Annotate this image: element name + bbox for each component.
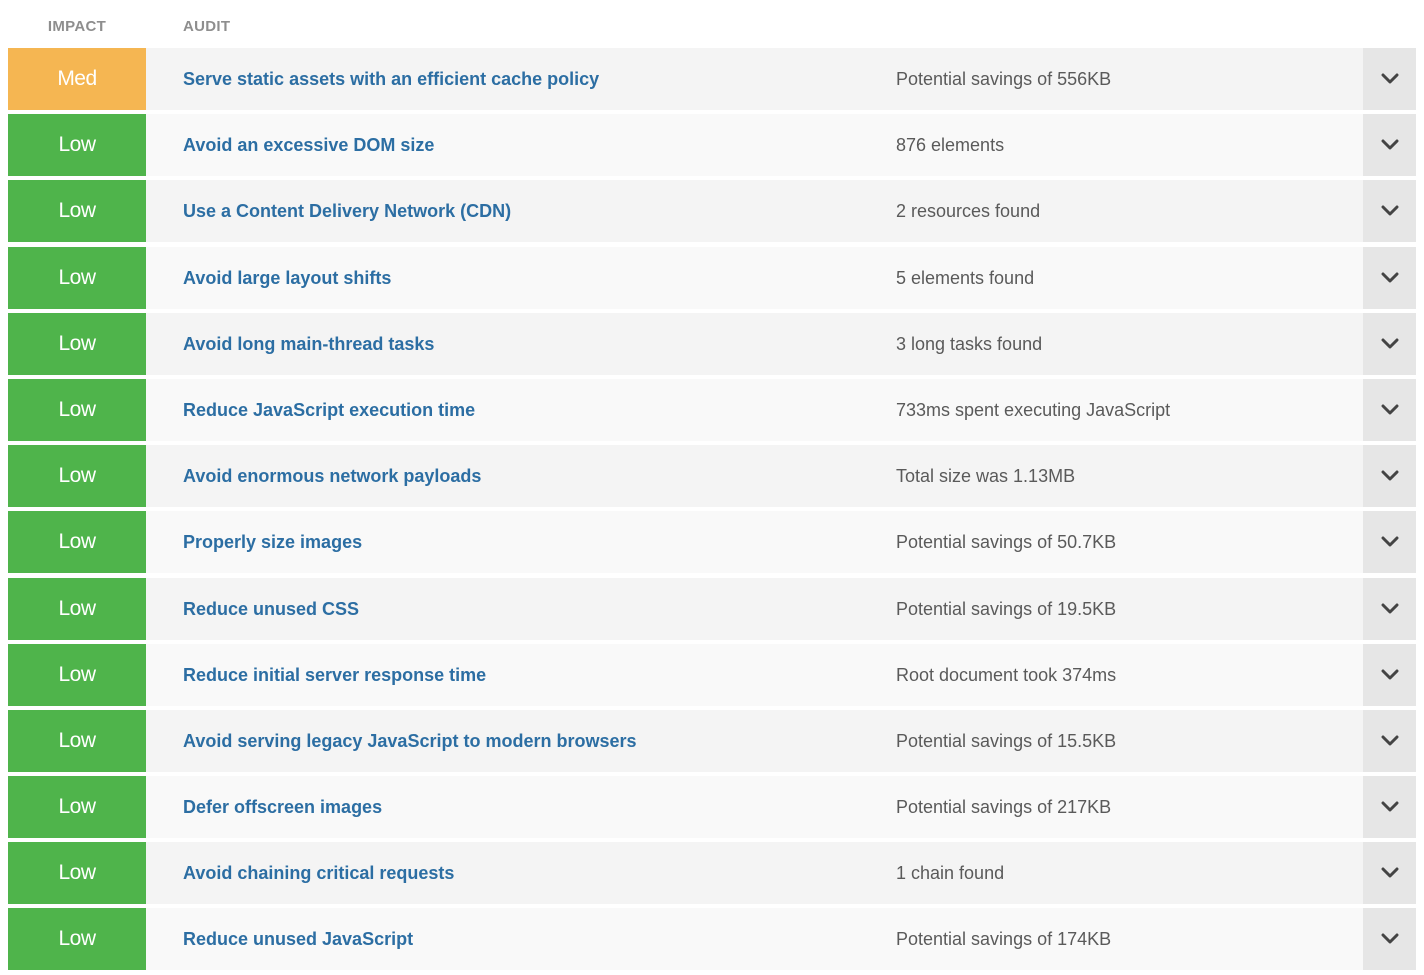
expand-button[interactable]	[1363, 48, 1416, 110]
audit-title-link[interactable]: Defer offscreen images	[183, 776, 382, 838]
expand-button[interactable]	[1363, 180, 1416, 243]
chevron-down-icon	[1381, 933, 1398, 944]
impact-badge: Low	[8, 114, 146, 177]
table-header: IMPACT AUDIT	[0, 0, 1424, 48]
audit-detail: 2 resources found	[896, 201, 1041, 222]
audit-row[interactable]: Low Reduce JavaScript execution time 733…	[8, 378, 1416, 441]
audit-title-link[interactable]: Use a Content Delivery Network (CDN)	[183, 180, 511, 242]
impact-badge: Low	[8, 643, 146, 706]
audit-row[interactable]: Med Serve static assets with an efficien…	[8, 48, 1416, 110]
impact-badge: Low	[8, 180, 146, 243]
audit-detail: 876 elements	[896, 135, 1005, 156]
audit-title-link[interactable]: Serve static assets with an efficient ca…	[183, 48, 599, 110]
chevron-down-icon	[1381, 735, 1398, 746]
expand-button[interactable]	[1363, 643, 1416, 706]
audit-row[interactable]: Low Avoid an excessive DOM size 876 elem…	[8, 114, 1416, 177]
expand-button[interactable]	[1363, 776, 1416, 839]
impact-badge: Low	[8, 842, 146, 905]
impact-badge: Low	[8, 312, 146, 375]
impact-column-header: IMPACT	[47, 18, 107, 35]
audit-detail: 733ms spent executing JavaScript	[896, 399, 1171, 420]
expand-button[interactable]	[1363, 246, 1416, 309]
audit-detail: Potential savings of 556KB	[896, 69, 1112, 89]
chevron-down-icon	[1381, 272, 1398, 283]
audit-column-header: AUDIT	[183, 18, 231, 35]
expand-button[interactable]	[1363, 378, 1416, 441]
impact-badge: Low	[8, 511, 146, 574]
audit-detail: Potential savings of 50.7KB	[896, 532, 1117, 553]
audit-title-link[interactable]: Avoid enormous network payloads	[183, 445, 481, 507]
audit-row[interactable]: Low Properly size images Potential savin…	[8, 511, 1416, 574]
impact-badge: Low	[8, 445, 146, 508]
impact-badge: Low	[8, 577, 146, 640]
expand-button[interactable]	[1363, 709, 1416, 772]
expand-button[interactable]	[1363, 511, 1416, 574]
chevron-down-icon	[1381, 338, 1398, 349]
audit-title-link[interactable]: Avoid serving legacy JavaScript to moder…	[183, 710, 637, 772]
audit-title-link[interactable]: Reduce JavaScript execution time	[183, 379, 475, 441]
expand-button[interactable]	[1363, 908, 1416, 971]
chevron-down-icon	[1381, 205, 1398, 216]
chevron-down-icon	[1381, 867, 1398, 878]
chevron-down-icon	[1381, 73, 1398, 84]
chevron-down-icon	[1381, 470, 1398, 481]
audit-row[interactable]: Low Avoid chaining critical requests 1 c…	[8, 842, 1416, 905]
audit-title-link[interactable]: Reduce initial server response time	[183, 644, 486, 706]
impact-badge: Med	[8, 48, 146, 110]
chevron-down-icon	[1381, 801, 1398, 812]
audit-detail: Potential savings of 217KB	[896, 797, 1112, 818]
impact-badge: Low	[8, 776, 146, 839]
chevron-down-icon	[1381, 404, 1398, 415]
audit-row[interactable]: Low Avoid enormous network payloads Tota…	[8, 445, 1416, 508]
audit-detail: Potential savings of 19.5KB	[896, 598, 1117, 619]
audit-row[interactable]: Low Avoid long main-thread tasks 3 long …	[8, 312, 1416, 375]
audit-row[interactable]: Low Avoid serving legacy JavaScript to m…	[8, 709, 1416, 772]
audit-title-link[interactable]: Avoid large layout shifts	[183, 247, 391, 309]
audit-row[interactable]: Low Avoid large layout shifts 5 elements…	[8, 246, 1416, 309]
impact-badge: Low	[8, 378, 146, 441]
expand-button[interactable]	[1363, 842, 1416, 905]
expand-button[interactable]	[1363, 312, 1416, 375]
audit-title-link[interactable]: Avoid an excessive DOM size	[183, 114, 434, 176]
audit-title-link[interactable]: Avoid chaining critical requests	[183, 842, 454, 904]
chevron-down-icon	[1381, 139, 1398, 150]
impact-badge: Low	[8, 246, 146, 309]
audit-title-link[interactable]: Reduce unused CSS	[183, 578, 359, 640]
audit-row[interactable]: Low Reduce initial server response time …	[8, 643, 1416, 706]
audit-title-link[interactable]: Reduce unused JavaScript	[183, 908, 413, 970]
audit-detail: 3 long tasks found	[896, 333, 1043, 354]
audit-detail: Root document took 374ms	[896, 664, 1117, 685]
expand-button[interactable]	[1363, 577, 1416, 640]
chevron-down-icon	[1381, 669, 1398, 680]
audit-detail: 5 elements found	[896, 267, 1035, 288]
expand-button[interactable]	[1363, 445, 1416, 508]
audit-list: Med Serve static assets with an efficien…	[8, 48, 1416, 975]
chevron-down-icon	[1381, 536, 1398, 547]
audit-row[interactable]: Low Use a Content Delivery Network (CDN)…	[8, 180, 1416, 243]
audit-detail: Potential savings of 15.5KB	[896, 730, 1117, 751]
audit-title-link[interactable]: Avoid long main-thread tasks	[183, 313, 434, 375]
audit-row[interactable]: Low Reduce unused JavaScript Potential s…	[8, 908, 1416, 971]
expand-button[interactable]	[1363, 114, 1416, 177]
chevron-down-icon	[1381, 603, 1398, 613]
impact-badge: Low	[8, 709, 146, 772]
audit-detail: 1 chain found	[896, 863, 1005, 884]
audit-row[interactable]: Low Reduce unused CSS Potential savings …	[8, 577, 1416, 640]
audit-detail: Potential savings of 174KB	[896, 929, 1112, 950]
audit-title-link[interactable]: Properly size images	[183, 511, 362, 573]
audit-row[interactable]: Low Defer offscreen images Potential sav…	[8, 776, 1416, 839]
audit-detail: Total size was 1.13MB	[896, 466, 1076, 487]
impact-badge: Low	[8, 908, 146, 971]
